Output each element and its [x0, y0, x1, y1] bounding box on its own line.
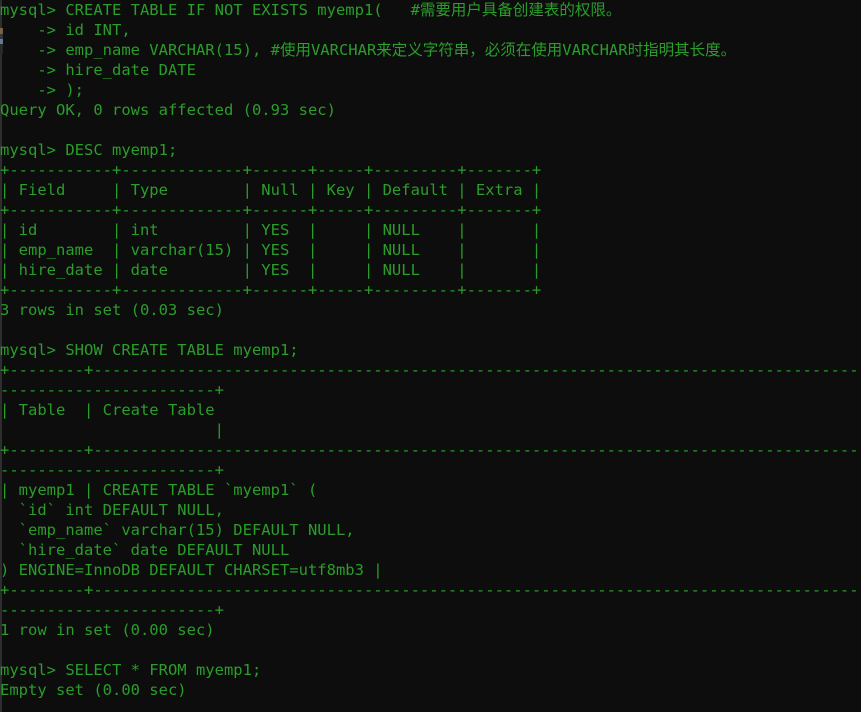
terminal-line: `emp_name` varchar(15) DEFAULT NULL,: [0, 521, 355, 539]
terminal-line: mysql> SHOW CREATE TABLE myemp1;: [0, 341, 299, 359]
terminal-line: Query OK, 0 rows affected (0.93 sec): [0, 101, 336, 119]
terminal-line: +--------+------------------------------…: [0, 441, 861, 459]
terminal-window[interactable]: mysql> CREATE TABLE IF NOT EXISTS myemp1…: [0, 0, 861, 712]
terminal-line: -> id INT,: [0, 21, 131, 39]
terminal-line: | hire_date | date | YES | | NULL | |: [0, 261, 542, 279]
terminal-line: mysql> CREATE TABLE IF NOT EXISTS myemp1…: [0, 1, 622, 19]
terminal-line: mysql> DESC myemp1;: [0, 141, 178, 159]
terminal-line: +-----------+-------------+------+-----+…: [0, 201, 542, 219]
terminal-line: -----------------------+: [0, 601, 224, 619]
terminal-line: | Field | Type | Null | Key | Default | …: [0, 181, 542, 199]
terminal-line: `id` int DEFAULT NULL,: [0, 501, 224, 519]
terminal-line: +--------+------------------------------…: [0, 361, 861, 379]
terminal-line: | myemp1 | CREATE TABLE `myemp1` (: [0, 481, 318, 499]
terminal-line: +--------+------------------------------…: [0, 581, 861, 599]
terminal-line: 3 rows in set (0.03 sec): [0, 301, 224, 319]
terminal-line: +-----------+-------------+------+-----+…: [0, 281, 542, 299]
terminal-line: mysql> SELECT * FROM myemp1;: [0, 661, 262, 679]
terminal-output-area[interactable]: mysql> CREATE TABLE IF NOT EXISTS myemp1…: [0, 0, 861, 700]
terminal-line: | Table | Create Table: [0, 401, 215, 419]
terminal-line: Empty set (0.00 sec): [0, 681, 187, 699]
terminal-line: -----------------------+: [0, 381, 224, 399]
terminal-line: -> emp_name VARCHAR(15), #使用VARCHAR来定义字符…: [0, 41, 737, 59]
terminal-line: +-----------+-------------+------+-----+…: [0, 161, 542, 179]
terminal-line: -> );: [0, 81, 84, 99]
terminal-line: `hire_date` date DEFAULT NULL: [0, 541, 290, 559]
terminal-line: ) ENGINE=InnoDB DEFAULT CHARSET=utf8mb3 …: [0, 561, 383, 579]
terminal-line: -----------------------+: [0, 461, 224, 479]
terminal-line: | emp_name | varchar(15) | YES | | NULL …: [0, 241, 542, 259]
terminal-line: | id | int | YES | | NULL | |: [0, 221, 542, 239]
terminal-line: -> hire_date DATE: [0, 61, 196, 79]
terminal-line: 1 row in set (0.00 sec): [0, 621, 215, 639]
terminal-line: |: [0, 421, 224, 439]
